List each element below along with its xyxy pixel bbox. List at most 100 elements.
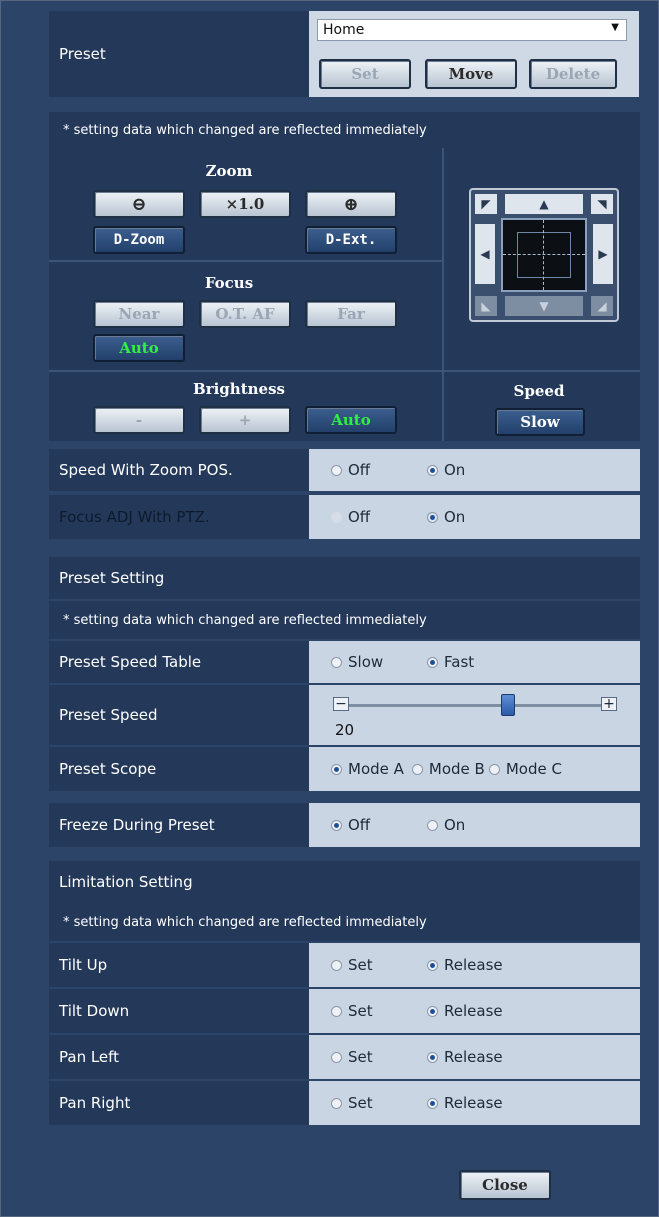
immediate-note-text: * setting data which changed are reflect…	[63, 914, 427, 930]
preset-speed-label-cell: Preset Speed	[49, 685, 309, 745]
radio-off-icon	[411, 763, 423, 775]
arrow-up-icon[interactable]: ▲	[505, 194, 583, 214]
radio-on-icon	[427, 511, 438, 523]
freeze-options: Off On	[309, 803, 640, 847]
zoom-in-button[interactable]: ⊕	[305, 190, 397, 218]
tilt-down-set-radio[interactable]: Set	[331, 1002, 415, 1020]
speed-with-zoom-on-radio[interactable]: On	[427, 461, 465, 479]
focus-adj-label-cell: Focus ADJ With PTZ.	[49, 495, 309, 539]
pan-left-label: Pan Left	[59, 1048, 120, 1066]
preset-speed-label: Preset Speed	[59, 706, 158, 724]
zoom-out-button[interactable]: ⊖	[93, 190, 185, 218]
radio-label: Release	[444, 1094, 503, 1112]
d-zoom-button[interactable]: D-Zoom	[93, 226, 185, 254]
freeze-label: Freeze During Preset	[59, 816, 215, 834]
arrow-up-right-icon[interactable]: ◥	[591, 194, 613, 214]
slider-plus-icon[interactable]: +	[601, 697, 617, 711]
focus-otaf-button[interactable]: O.T. AF	[199, 300, 291, 328]
tilt-up-release-radio[interactable]: Release	[427, 956, 503, 974]
radio-off-icon	[331, 656, 342, 668]
arrow-up-left-icon[interactable]: ◤	[475, 194, 497, 214]
radio-label: Set	[348, 1048, 373, 1066]
immediate-note-3: * setting data which changed are reflect…	[49, 903, 640, 941]
panel-divider-1	[49, 260, 442, 262]
preset-scope-mode-c-radio[interactable]: Mode C	[488, 760, 562, 778]
focus-adj-label: Focus ADJ With PTZ.	[59, 508, 210, 526]
arrow-left-icon[interactable]: ◀	[475, 224, 495, 284]
preset-speed-value: 20	[335, 721, 355, 739]
radio-label: Mode A	[348, 760, 404, 778]
zoom-ratio-button[interactable]: ×1.0	[199, 190, 291, 218]
camera-control-panel: Zoom ⊖ ×1.0 ⊕ D-Zoom D-Ext. Focus Near O…	[49, 148, 640, 441]
preset-set-button[interactable]: Set	[319, 59, 411, 89]
slider-minus-icon[interactable]: −	[333, 697, 349, 711]
arrow-down-icon[interactable]: ▼	[505, 296, 583, 316]
preset-speed-table-fast-radio[interactable]: Fast	[427, 653, 474, 671]
preset-label-cell: Preset	[49, 11, 309, 97]
arrow-right-icon[interactable]: ▶	[593, 224, 613, 284]
preset-select[interactable]: Home ▼	[317, 19, 627, 41]
radio-off-icon	[331, 464, 342, 476]
preset-move-button[interactable]: Move	[425, 59, 517, 89]
radio-label: Off	[348, 508, 371, 526]
preset-label: Preset	[59, 45, 106, 63]
preset-speed-table-label: Preset Speed Table	[59, 653, 202, 671]
preset-speed-table-label-cell: Preset Speed Table	[49, 641, 309, 683]
pan-left-set-radio[interactable]: Set	[331, 1048, 415, 1066]
tilt-up-set-radio[interactable]: Set	[331, 956, 415, 974]
preset-scope-mode-b-radio[interactable]: Mode B	[411, 760, 485, 778]
speed-slow-button[interactable]: Slow	[495, 408, 585, 436]
radio-on-icon	[427, 959, 438, 971]
preset-scope-label-cell: Preset Scope	[49, 747, 309, 791]
pan-right-label-cell: Pan Right	[49, 1081, 309, 1125]
pan-right-set-radio[interactable]: Set	[331, 1094, 415, 1112]
focus-adj-off-radio[interactable]: Off	[331, 508, 415, 526]
focus-auto-button[interactable]: Auto	[93, 334, 185, 362]
freeze-label-cell: Freeze During Preset	[49, 803, 309, 847]
speed-with-zoom-label-cell: Speed With Zoom POS.	[49, 449, 309, 491]
slider-thumb[interactable]	[500, 694, 515, 716]
brightness-minus-button[interactable]: -	[93, 406, 185, 434]
radio-on-icon	[427, 656, 438, 668]
preset-select-value: Home	[323, 22, 365, 38]
freeze-off-radio[interactable]: Off	[331, 816, 415, 834]
preset-speed-table-slow-radio[interactable]: Slow	[331, 653, 415, 671]
brightness-auto-button[interactable]: Auto	[305, 406, 397, 434]
limitation-setting-header: Limitation Setting	[49, 861, 640, 903]
brightness-plus-button[interactable]: +	[199, 406, 291, 434]
pan-left-release-radio[interactable]: Release	[427, 1048, 503, 1066]
radio-on-icon	[331, 819, 342, 831]
immediate-note-text: * setting data which changed are reflect…	[63, 612, 427, 628]
preset-delete-button[interactable]: Delete	[529, 59, 617, 89]
radio-label: Off	[348, 816, 371, 834]
preset-speed-slider[interactable]: − +	[333, 694, 617, 716]
speed-title: Speed	[513, 382, 565, 400]
panel-divider-2	[49, 370, 640, 372]
radio-off-icon	[331, 511, 342, 523]
d-ext-button[interactable]: D-Ext.	[305, 226, 397, 254]
radio-label: Release	[444, 1048, 503, 1066]
radio-on-icon	[427, 1097, 438, 1109]
radio-label: On	[444, 816, 466, 834]
focus-far-button[interactable]: Far	[305, 300, 397, 328]
arrow-down-right-icon[interactable]: ◢	[591, 296, 613, 316]
radio-off-icon	[331, 959, 342, 971]
focus-title: Focus	[204, 274, 254, 292]
tilt-down-release-radio[interactable]: Release	[427, 1002, 503, 1020]
close-button[interactable]: Close	[459, 1170, 551, 1200]
radio-on-icon	[427, 464, 438, 476]
pan-left-options: Set Release	[309, 1035, 640, 1079]
speed-with-zoom-off-radio[interactable]: Off	[331, 461, 415, 479]
pan-right-release-radio[interactable]: Release	[427, 1094, 503, 1112]
focus-adj-on-radio[interactable]: On	[427, 508, 465, 526]
focus-near-button[interactable]: Near	[93, 300, 185, 328]
preset-setting-title: Preset Setting	[59, 569, 165, 587]
zoom-in-icon: ⊕	[343, 193, 359, 215]
pan-tilt-pad[interactable]: ◤ ▲ ◥ ◀ ▶ ◣ ▼ ◢	[469, 188, 619, 322]
freeze-on-radio[interactable]: On	[427, 816, 465, 834]
arrow-down-left-icon[interactable]: ◣	[475, 296, 497, 316]
slider-track	[333, 704, 617, 707]
pan-tilt-center	[501, 218, 587, 292]
preset-scope-mode-a-radio[interactable]: Mode A	[331, 760, 404, 778]
preset-speed-control: − + 20	[309, 685, 640, 745]
